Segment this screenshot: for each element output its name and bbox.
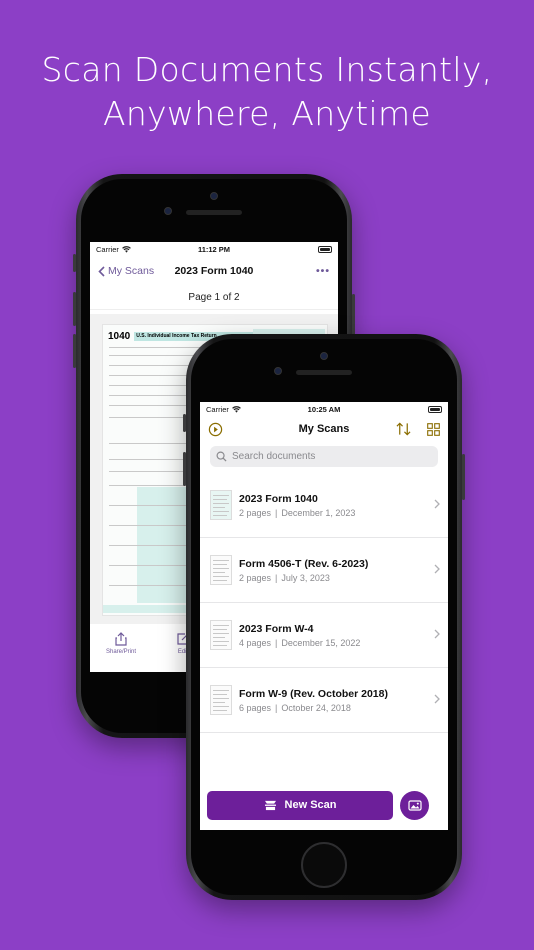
headline-line-1: Scan Documents Instantly, [41,50,493,89]
front-camera [210,192,218,200]
battery-icon [318,245,332,253]
scan-info: Form 4506-T (Rev. 6-2023) 2 pages | July… [239,558,368,583]
my-scans-screen: Carrier 10:25 AM My Scans Search documen… [200,402,448,830]
form-number: 1040 [108,330,131,342]
status-bar: Carrier 11:12 PM [90,242,338,256]
earpiece-speaker [186,210,242,215]
headline-line-2: Anywhere, Anytime [102,94,432,133]
search-input[interactable] [232,451,412,462]
scan-meta: 2 pages | July 3, 2023 [239,573,368,583]
photo-import-button[interactable] [400,790,429,820]
scan-date: July 3, 2023 [281,572,330,583]
meta-separator: | [275,702,278,713]
page-count: 4 pages [239,637,272,648]
mute-switch [73,254,76,272]
scan-meta: 6 pages | October 24, 2018 [239,703,388,713]
navigation-bar: My Scans 2023 Form 1040 ••• [90,256,338,286]
front-camera [320,352,328,360]
scan-info: Form W-9 (Rev. October 2018) 6 pages | O… [239,688,388,713]
volume-up-button [73,292,76,326]
scan-date: October 24, 2018 [281,702,351,713]
headline: Scan Documents Instantly, Anywhere, Anyt… [0,48,534,136]
ellipsis-icon[interactable]: ••• [316,265,330,277]
scan-info: 2023 Form 1040 2 pages | December 1, 202… [239,493,355,518]
page-indicator: Page 1 of 2 [90,286,338,310]
sensor [274,367,282,375]
scan-meta: 4 pages | December 15, 2022 [239,638,360,648]
status-time: 10:25 AM [307,404,341,414]
page-count: 6 pages [239,702,272,713]
chevron-left-icon [98,265,105,277]
scan-name: Form W-9 (Rev. October 2018) [239,687,388,700]
header-actions [396,422,440,436]
new-scan-label: New Scan [284,799,337,811]
bottom-bar: New Scan [200,780,448,830]
share-print-button[interactable]: Share/Print [90,624,152,672]
battery-icon [428,405,442,413]
mute-switch [183,414,186,432]
grid-icon[interactable] [427,422,440,436]
document-thumbnail [210,555,232,585]
sensor [164,207,172,215]
volume-up-button [183,452,186,486]
power-button [462,454,465,500]
scan-name: 2023 Form 1040 [239,492,318,505]
scan-date: December 15, 2022 [281,637,361,648]
chevron-right-icon [434,629,440,639]
meta-separator: | [275,507,278,518]
chevron-right-icon [434,499,440,509]
search-bar[interactable] [210,446,438,467]
scan-name: Form 4506-T (Rev. 6-2023) [239,557,369,570]
document-thumbnail [210,685,232,715]
scan-meta: 2 pages | December 1, 2023 [239,508,355,518]
scan-list: 2023 Form 1040 2 pages | December 1, 202… [200,473,448,733]
list-item[interactable]: Form W-9 (Rev. October 2018) 6 pages | O… [200,668,448,733]
list-item[interactable]: 2023 Form 1040 2 pages | December 1, 202… [200,473,448,538]
page-count: 2 pages [239,572,272,583]
status-bar: Carrier 10:25 AM [200,402,448,416]
meta-separator: | [275,572,278,583]
new-scan-button[interactable]: New Scan [207,790,393,820]
scanner-icon [264,800,276,810]
chevron-right-icon [434,694,440,704]
photo-import-icon [407,800,422,811]
volume-down-button [73,334,76,368]
document-thumbnail [210,620,232,650]
document-thumbnail [210,490,232,520]
page-count: 2 pages [239,507,272,518]
back-button[interactable]: My Scans [98,265,154,277]
clock-play-icon[interactable] [208,422,223,437]
scan-name: 2023 Form W-4 [239,622,314,635]
chevron-right-icon [434,564,440,574]
scan-date: December 1, 2023 [281,507,356,518]
home-button [301,842,347,888]
share-icon [115,632,127,646]
list-item[interactable]: Form 4506-T (Rev. 6-2023) 2 pages | July… [200,538,448,603]
search-icon [216,451,227,462]
status-time: 11:12 PM [197,244,231,254]
back-label: My Scans [108,265,155,277]
meta-separator: | [275,637,278,648]
list-header: My Scans [200,416,448,442]
sort-icon[interactable] [396,422,411,436]
share-print-label: Share/Print [105,649,136,655]
scan-info: 2023 Form W-4 4 pages | December 15, 202… [239,623,360,648]
list-item[interactable]: 2023 Form W-4 4 pages | December 15, 202… [200,603,448,668]
earpiece-speaker [296,370,352,375]
front-phone: Carrier 10:25 AM My Scans Search documen… [183,334,465,900]
